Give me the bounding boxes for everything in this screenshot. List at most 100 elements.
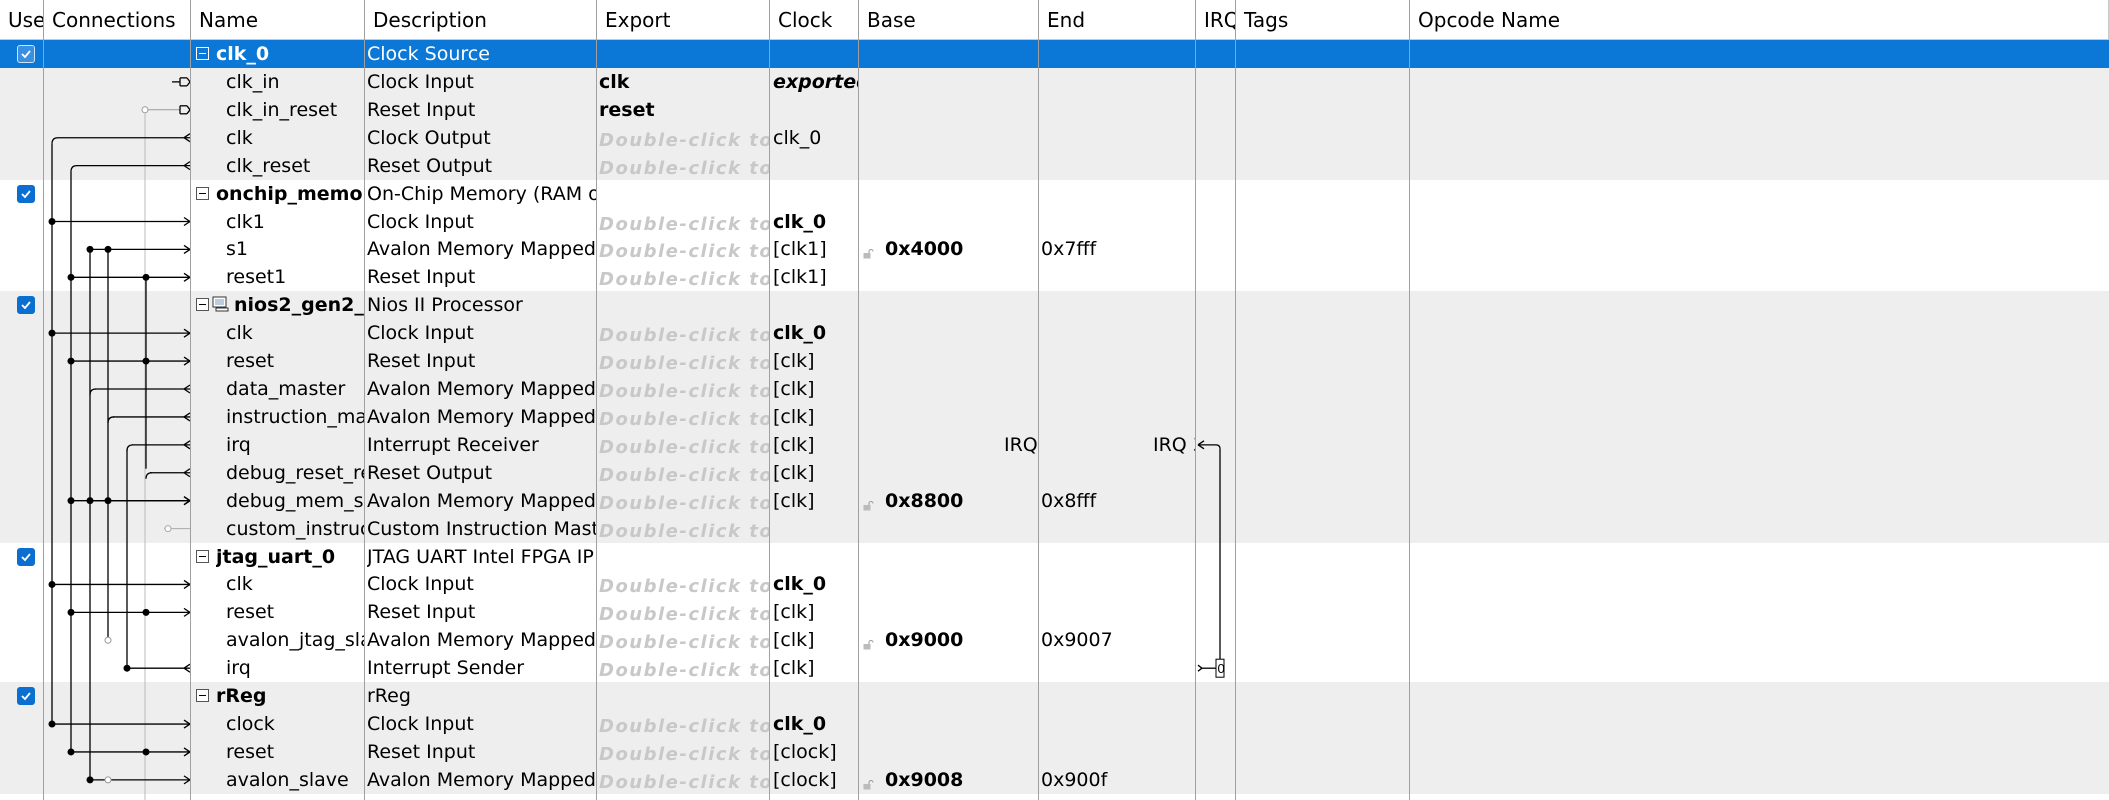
export-value[interactable]: reset bbox=[599, 96, 769, 124]
port-row[interactable]: avalon_jtag_slaveAvalon Memory Mapped Sl… bbox=[0, 626, 2109, 654]
export-placeholder[interactable]: Double-click to bbox=[599, 434, 769, 462]
port-name[interactable]: clk bbox=[226, 570, 364, 598]
clock-cell[interactable]: clk_0 bbox=[773, 208, 858, 236]
connection-open-dot[interactable] bbox=[164, 525, 172, 533]
port-row[interactable]: clk_reset Reset Output Double-click to bbox=[0, 151, 2109, 183]
collapse-toggle-icon[interactable] bbox=[196, 689, 209, 703]
port-row[interactable]: reset Reset Input Double-click to [clk] bbox=[0, 598, 2109, 626]
connection-wire[interactable] bbox=[70, 164, 78, 172]
export-placeholder[interactable]: Double-click to bbox=[599, 127, 769, 155]
module-row[interactable]: onchip_memory2_0On-Chip Memory (RAM or R… bbox=[0, 180, 2109, 208]
module-row[interactable]: nios2_gen2_0 Nios II Processor bbox=[0, 291, 2109, 320]
col-header-name[interactable]: Name bbox=[191, 0, 365, 40]
base-address[interactable]: 0x9000 bbox=[885, 626, 1035, 654]
connection-wire[interactable] bbox=[107, 416, 115, 423]
col-header-export[interactable]: Export bbox=[597, 0, 770, 40]
col-header-connections[interactable]: Connections bbox=[44, 0, 191, 40]
port-row[interactable]: clk Clock Output Double-click to clk_0 bbox=[0, 123, 2109, 155]
export-placeholder[interactable]: Double-click to bbox=[599, 350, 769, 378]
port-row[interactable]: reset Reset Input Double-click to [clock] bbox=[0, 738, 2109, 766]
connection-dot[interactable] bbox=[142, 357, 150, 365]
port-row[interactable]: data_masterAvalon Memory Mapped MasterDo… bbox=[0, 375, 2109, 404]
module-name[interactable]: onchip_memory2_0 bbox=[216, 180, 365, 208]
unlock-icon[interactable] bbox=[863, 635, 874, 650]
irq-wire[interactable] bbox=[1215, 444, 1221, 449]
export-placeholder[interactable]: Double-click to bbox=[599, 490, 769, 518]
clock-cell[interactable]: [clk] bbox=[773, 431, 858, 459]
module-name[interactable]: nios2_gen2_0 bbox=[234, 291, 365, 319]
col-header-description[interactable]: Description bbox=[365, 0, 597, 40]
port-name[interactable]: irq bbox=[226, 431, 364, 459]
clock-cell[interactable]: [clk] bbox=[773, 459, 858, 487]
port-name[interactable]: avalon_slave bbox=[226, 766, 364, 794]
export-placeholder[interactable]: Double-click to bbox=[599, 322, 769, 350]
export-placeholder[interactable]: Double-click to bbox=[599, 601, 769, 629]
clock-cell[interactable]: [clk] bbox=[773, 403, 858, 431]
connection-open-dot[interactable] bbox=[104, 776, 112, 784]
export-placeholder[interactable]: Double-click to bbox=[599, 741, 769, 769]
port-row[interactable]: clk Clock Input Double-click to clk_0 bbox=[0, 319, 2109, 350]
port-name[interactable]: debug_mem_slave bbox=[226, 487, 364, 515]
use-checkbox[interactable] bbox=[17, 45, 35, 63]
export-placeholder[interactable]: Double-click to bbox=[599, 462, 769, 490]
port-row[interactable]: reset1 Reset Input Double-click to [clk1] bbox=[0, 263, 2109, 291]
export-placeholder[interactable]: Double-click to bbox=[599, 629, 769, 657]
connection-wire[interactable] bbox=[126, 444, 134, 451]
port-row[interactable]: clk1 Clock Input Double-click to clk_0 bbox=[0, 208, 2109, 236]
port-name[interactable]: clk bbox=[226, 124, 364, 152]
export-placeholder[interactable]: Double-click to bbox=[599, 406, 769, 434]
unlock-icon[interactable] bbox=[863, 244, 874, 259]
port-name[interactable]: reset bbox=[226, 738, 364, 766]
export-placeholder[interactable]: Double-click to bbox=[599, 155, 769, 183]
module-name[interactable]: clk_0 bbox=[216, 40, 365, 68]
clock-cell[interactable]: [clk] bbox=[773, 626, 858, 654]
collapse-toggle-icon[interactable] bbox=[196, 549, 209, 563]
clock-cell[interactable]: clk_0 bbox=[773, 570, 858, 598]
clock-cell[interactable]: [clk] bbox=[773, 598, 858, 626]
use-checkbox[interactable] bbox=[17, 687, 35, 706]
clock-cell[interactable]: [clock] bbox=[773, 766, 858, 794]
module-row[interactable]: jtag_uart_0 JTAG UART Intel FPGA IP bbox=[0, 543, 2109, 571]
clock-cell[interactable]: clk_0 bbox=[773, 710, 858, 738]
connection-dot[interactable] bbox=[104, 245, 112, 253]
port-row[interactable]: clock Clock Input Double-click to clk_0 bbox=[0, 710, 2109, 741]
port-name[interactable]: clk_in bbox=[226, 68, 364, 96]
col-header-tags[interactable]: Tags bbox=[1236, 0, 1410, 40]
export-placeholder[interactable]: Double-click to bbox=[599, 266, 769, 294]
unlock-icon[interactable] bbox=[863, 775, 874, 790]
export-placeholder[interactable]: Double-click to bbox=[599, 211, 769, 239]
port-name[interactable]: s1 bbox=[226, 235, 364, 263]
col-header-use[interactable]: Use bbox=[0, 0, 44, 40]
port-row[interactable]: debug_reset_requestReset Output Double-cl… bbox=[0, 458, 2109, 490]
module-name[interactable]: jtag_uart_0 bbox=[216, 543, 365, 571]
collapse-toggle-icon[interactable] bbox=[196, 298, 209, 312]
module-row[interactable]: clk_0 Clock Source bbox=[0, 40, 2109, 68]
port-name[interactable]: instruction_master bbox=[226, 403, 364, 431]
export-placeholder[interactable]: Double-click to bbox=[599, 713, 769, 741]
port-name[interactable]: clk1 bbox=[226, 208, 364, 236]
port-name[interactable]: custom_instruction... bbox=[226, 515, 364, 543]
port-name[interactable]: reset bbox=[226, 598, 364, 626]
irq-graph[interactable]: 0 bbox=[1196, 40, 1236, 800]
unlock-icon[interactable] bbox=[863, 496, 874, 511]
col-header-clock[interactable]: Clock bbox=[770, 0, 859, 40]
connection-wire[interactable] bbox=[51, 137, 59, 144]
export-placeholder[interactable]: Double-click to bbox=[599, 518, 769, 546]
clock-cell[interactable]: [clk1] bbox=[773, 235, 858, 263]
port-name[interactable]: debug_reset_request bbox=[226, 459, 364, 487]
clock-cell[interactable]: [clock] bbox=[773, 738, 858, 766]
col-header-irq[interactable]: IRQ bbox=[1196, 0, 1236, 40]
connection-open-dot[interactable] bbox=[104, 636, 112, 644]
connection-dot[interactable] bbox=[142, 608, 150, 616]
use-checkbox[interactable] bbox=[17, 184, 35, 203]
base-address[interactable]: 0x9008 bbox=[885, 766, 1035, 794]
clock-cell[interactable]: [clk] bbox=[773, 375, 858, 403]
clock-cell[interactable]: [clk1] bbox=[773, 263, 858, 291]
port-name[interactable]: data_master bbox=[226, 375, 364, 403]
port-name[interactable]: irq bbox=[226, 654, 364, 682]
clock-cell[interactable]: exported bbox=[773, 68, 858, 96]
connection-dot[interactable] bbox=[142, 748, 150, 756]
irq-wire[interactable] bbox=[1197, 664, 1203, 669]
export-placeholder[interactable]: Double-click to bbox=[599, 657, 769, 685]
base-address[interactable]: 0x8800 bbox=[885, 487, 1035, 515]
